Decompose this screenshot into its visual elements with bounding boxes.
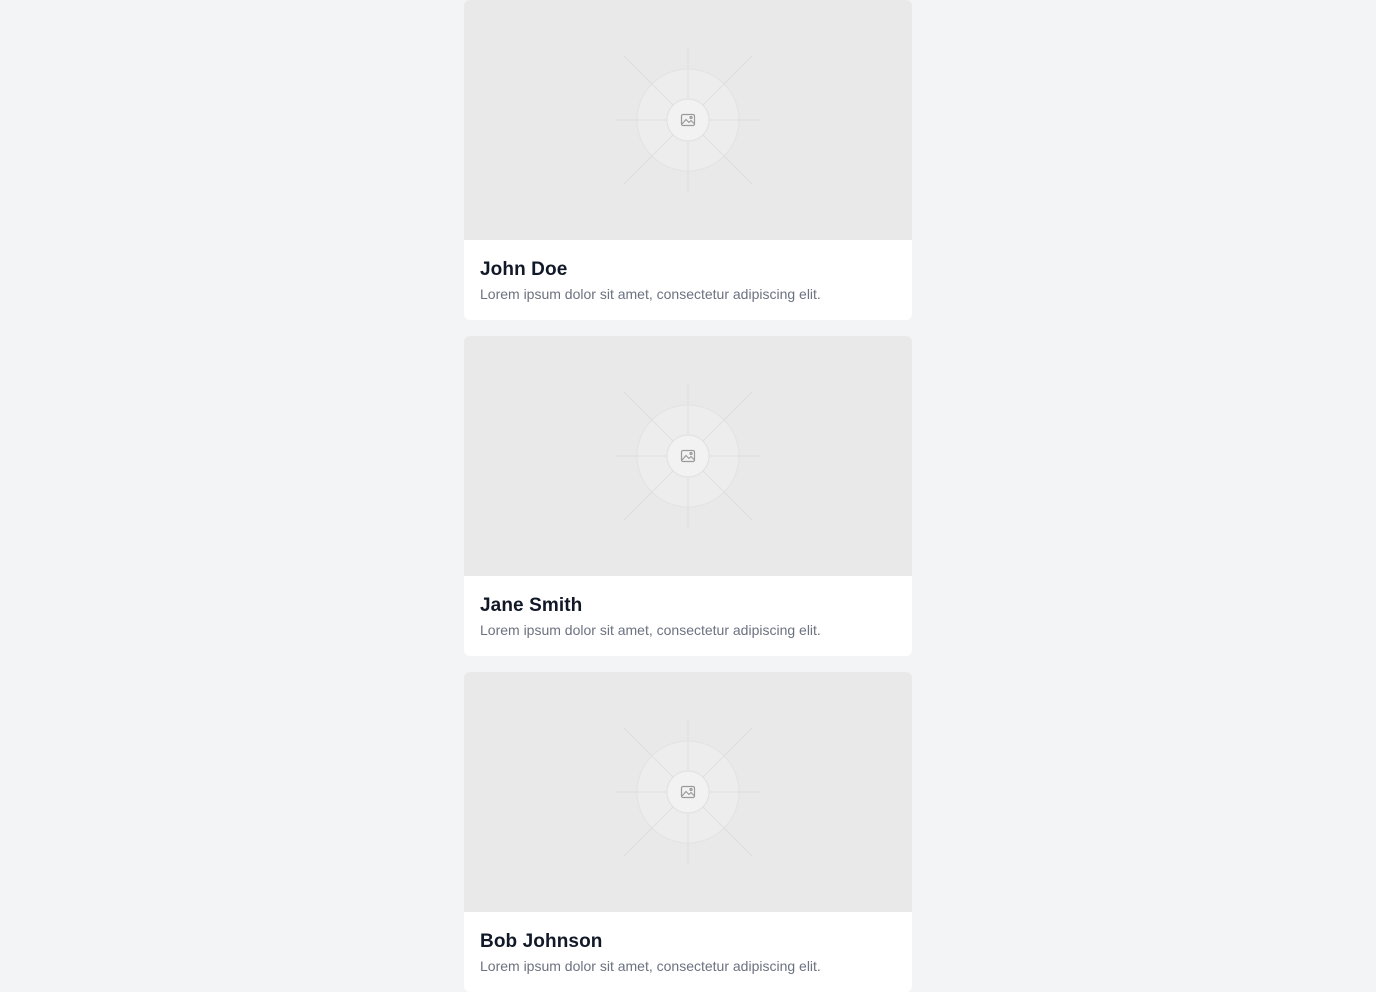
card-name: Jane Smith [480,595,583,616]
image-placeholder-icon [616,720,760,864]
card-image-placeholder [464,0,912,240]
profile-card: Jane Smith Lorem ipsum dolor sit amet, c… [464,336,912,656]
image-placeholder-icon [616,48,760,192]
profile-card: Bob Johnson Lorem ipsum dolor sit amet, … [464,672,912,992]
card-description: Lorem ipsum dolor sit amet, consectetur … [480,286,821,302]
profile-card: John Doe Lorem ipsum dolor sit amet, con… [464,0,912,320]
card-description: Lorem ipsum dolor sit amet, consectetur … [480,622,821,638]
card-name: Bob Johnson [480,931,603,952]
card-name: John Doe [480,259,568,280]
card-image-placeholder [464,672,912,912]
card-description: Lorem ipsum dolor sit amet, consectetur … [480,958,821,974]
card-image-placeholder [464,336,912,576]
image-placeholder-icon [616,384,760,528]
